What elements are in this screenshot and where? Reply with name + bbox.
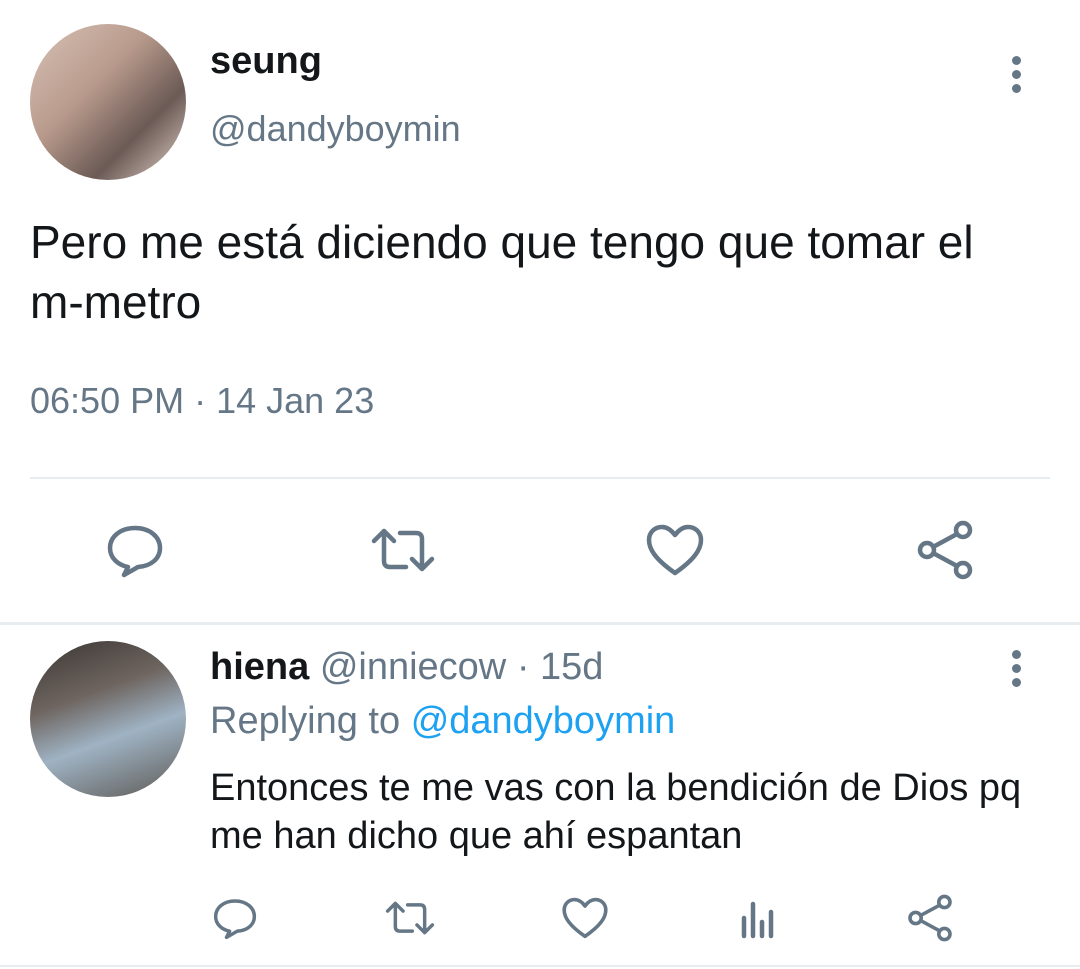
- reply-author-avatar[interactable]: [30, 641, 186, 797]
- reply-icon: [213, 899, 257, 940]
- author-handle[interactable]: @dandyboymin: [210, 108, 461, 150]
- reply-age: · 15d: [516, 646, 604, 688]
- share-icon: [917, 520, 973, 580]
- bottom-divider: [0, 965, 1080, 967]
- reply-icon: [107, 525, 163, 578]
- heart-icon: [646, 524, 704, 576]
- share-icon: [908, 894, 952, 942]
- reply-retweet-button[interactable]: [380, 890, 440, 946]
- retweet-icon: [371, 528, 434, 572]
- tweet-timestamp: 06:50 PM · 14 Jan 23: [30, 380, 375, 421]
- replying-to-handle[interactable]: @dandyboymin: [411, 700, 676, 742]
- replying-to: Replying to @dandyboymin: [210, 700, 675, 743]
- reply-share-button[interactable]: [900, 890, 960, 946]
- reply-author-name[interactable]: hiena: [210, 646, 309, 688]
- reply-author-handle[interactable]: @inniecow: [320, 646, 506, 688]
- tweet-text: Pero me está diciendo que tengo que toma…: [30, 216, 974, 328]
- author-avatar[interactable]: [30, 24, 186, 180]
- author-name[interactable]: seung: [210, 40, 322, 83]
- replying-to-label: Replying to: [210, 700, 401, 742]
- reply-like-button[interactable]: [555, 890, 615, 946]
- more-options-icon[interactable]: [1006, 56, 1026, 96]
- heart-icon: [562, 897, 608, 939]
- retweet-button[interactable]: [365, 520, 440, 580]
- section-divider: [0, 622, 1080, 625]
- reply-header: hiena @inniecow · 15d: [210, 646, 603, 689]
- share-button[interactable]: [910, 520, 980, 580]
- divider: [30, 477, 1050, 479]
- reply-reply-button[interactable]: [205, 890, 265, 946]
- reply-more-options-icon[interactable]: [1006, 650, 1026, 690]
- reply-button[interactable]: [100, 520, 170, 580]
- retweet-icon: [385, 901, 435, 935]
- like-button[interactable]: [640, 520, 710, 580]
- stats-icon: [741, 901, 774, 939]
- reply-stats-button[interactable]: [728, 890, 788, 946]
- reply-text: Entonces te me vas con la bendición de D…: [210, 767, 1022, 857]
